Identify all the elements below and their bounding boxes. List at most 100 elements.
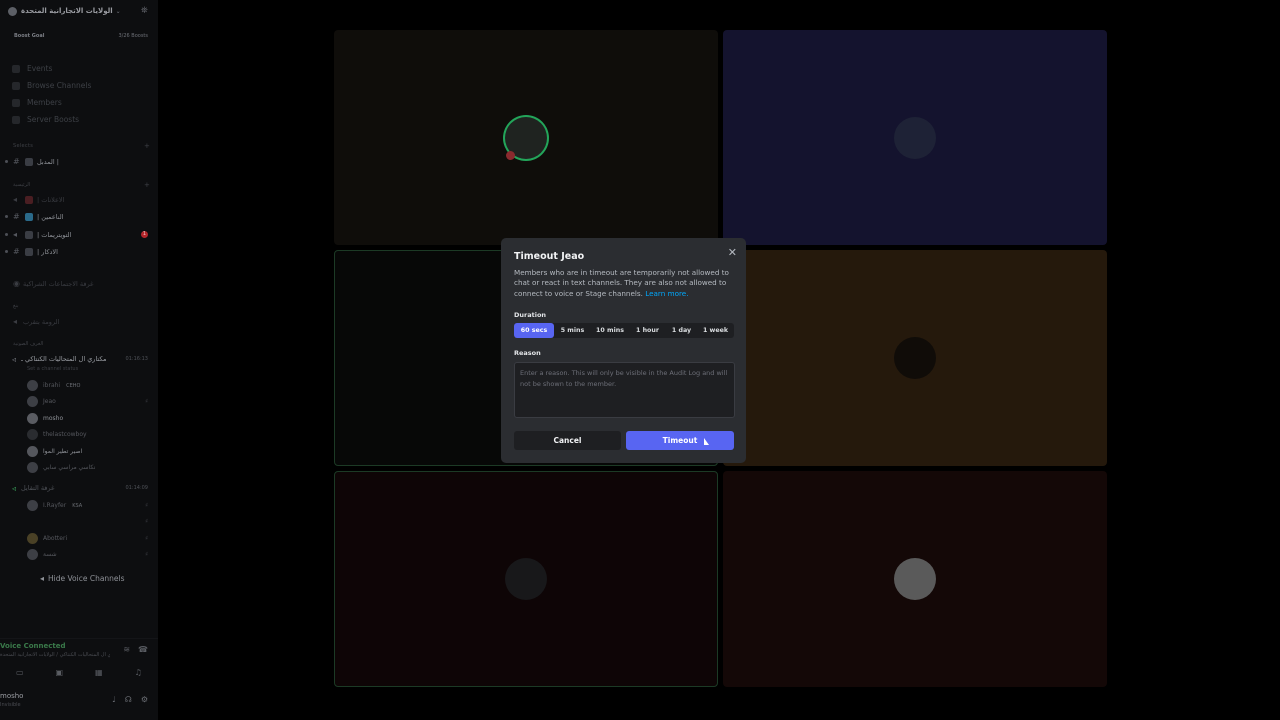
voice-user[interactable]: ♯ [27,514,152,529]
voice-timer: 01:16:13 [125,356,148,362]
voice-user[interactable]: thelastcowboy [27,427,152,442]
soundboard-icon[interactable]: ♫ [123,666,153,680]
duration-option-1-week[interactable]: 1 week [697,323,734,338]
channel-emoji-icon [25,230,33,239]
duration-option-1-hour[interactable]: 1 hour [629,323,666,338]
camera-icon[interactable]: ▭ [5,666,35,680]
avatar [27,462,38,473]
voice-channel[interactable]: ◃ مكتاري ال المتحاليات الكنتاكي ـ 01:16:… [12,352,152,366]
add-channel-icon[interactable]: + [144,142,150,150]
channel-name: الرومة بتقرب [23,317,60,326]
muted-icon: ♯ [145,398,148,405]
reason-input[interactable] [515,363,734,417]
user-status: Invisible [0,702,21,708]
duration-option-60-secs[interactable]: 60 secs [514,323,554,338]
unread-dot [5,160,8,163]
video-tile[interactable] [723,30,1107,245]
hash-icon: # [13,212,20,221]
voice-user-name: Jeao [43,398,56,405]
timeout-modal: Timeout Jeao ✕ Members who are in timeou… [501,238,746,463]
calendar-icon [12,64,20,73]
channel-name: | الاعلانات [37,195,65,204]
voice-user[interactable]: ibrahi CEHO [27,378,152,393]
microphone-icon[interactable]: ♩ [112,695,116,704]
boost-goal-bar[interactable]: Boost Goal 3/26 Boosts [14,33,148,39]
voice-user-name: thelastcowboy [43,431,87,438]
activity-icon[interactable]: ▦ [84,666,114,680]
hide-voice-label: Hide Voice Channels [48,574,125,583]
voice-user-name: شسة [43,551,57,558]
avatar [27,380,38,391]
voice-user[interactable]: اصير تطير الموا [27,444,152,459]
voice-connected-label[interactable]: Voice Connected [0,642,66,650]
server-sidebar: الولايات الاتجارانية المتحدة ⌄ ⛯ Boost G… [0,0,158,720]
muted-icon: ♯ [145,551,148,558]
unread-dot [5,215,8,218]
duration-option-10-mins[interactable]: 10 mins [591,323,629,338]
duration-option-5-mins[interactable]: 5 mins [554,323,591,338]
channel-item[interactable]: ◉ غرفة الاجتماعات الشراكية [5,276,153,291]
voice-connection-panel: Voice Connected مكتاري ال المتحاليات الك… [0,638,158,689]
category-header[interactable]: Selects [13,143,33,149]
video-tile[interactable] [723,250,1107,466]
voice-channel[interactable]: ◃ غرفة التقايل 01:14:09 [12,481,152,495]
description-text: Members who are in timeout are temporari… [514,268,729,298]
voice-user[interactable]: mosho [27,411,152,426]
voice-user[interactable]: شسة ♯ [27,547,152,562]
disconnect-icon[interactable]: ☎ [138,645,148,654]
category-header[interactable]: بنغ [13,303,19,309]
duration-option-1-day[interactable]: 1 day [666,323,697,338]
add-member-icon[interactable]: ⛯ [141,6,148,16]
timeout-button[interactable]: Timeout [626,431,734,450]
headphones-icon[interactable]: ☊ [125,695,132,704]
voice-user[interactable]: Jeao ♯ [27,394,152,409]
nav-browse-channels[interactable]: Browse Channels [12,77,152,94]
cancel-button[interactable]: Cancel [514,431,621,450]
voice-location[interactable]: مكتاري ال المتحاليات الكنتاكي / الولايات… [0,652,110,658]
voice-actions: ▭ ▣ ▦ ♫ [0,666,158,680]
channel-item[interactable]: # | الادكار [5,244,153,259]
avatar [27,533,38,544]
channel-item[interactable]: # المدبل | [5,154,153,169]
noise-suppression-icon[interactable]: ≋ [123,645,130,654]
reason-label: Reason [514,349,541,357]
user-name[interactable]: mosho [0,692,23,700]
learn-more-link[interactable]: Learn more. [645,289,688,298]
channel-item[interactable]: ◂ | التويتريمات 1 [5,227,153,242]
video-tile[interactable] [334,30,718,245]
nav-members[interactable]: Members [12,94,152,111]
channel-name: | الادكار [37,247,58,256]
voice-user[interactable]: Abotteri ♯ [27,531,152,546]
add-channel-icon[interactable]: + [144,181,150,189]
voice-user[interactable]: I.Rayfer KSA ♯ [27,498,152,513]
video-tile[interactable] [334,471,718,687]
nav-events[interactable]: Events [12,60,152,77]
hide-voice-channels-button[interactable]: ◂ Hide Voice Channels [40,574,125,583]
channel-status[interactable]: Set a channel status [27,366,78,372]
category-header[interactable]: الغرف الصوتية [13,341,43,347]
speaker-icon: ◃ [12,354,17,364]
server-header[interactable]: الولايات الاتجارانية المتحدة ⌄ ⛯ [8,3,152,19]
settings-gear-icon[interactable]: ⚙ [141,695,148,704]
channel-item[interactable]: # | الناعمين [5,209,153,224]
voice-user[interactable]: نكاسي مراسي سابي [27,460,152,475]
chevron-down-icon: ⌄ [115,7,121,15]
voice-user-name: ibrahi [43,382,61,389]
video-tile[interactable] [723,471,1107,687]
channel-name: | التويتريمات [37,230,72,239]
screen-share-icon[interactable]: ▣ [44,666,74,680]
reason-field-wrapper [514,362,735,418]
channel-item[interactable]: ◂ | الاعلانات [5,192,153,207]
participant-avatar [505,558,547,600]
category-header[interactable]: الرئيسية [13,182,30,188]
muted-icon: ♯ [145,502,148,509]
nav-server-boosts[interactable]: Server Boosts [12,111,152,128]
close-icon[interactable]: ✕ [728,246,737,259]
channel-emoji-icon [25,157,33,166]
avatar [27,396,38,407]
avatar [27,446,38,457]
channel-item[interactable]: ◂ الرومة بتقرب [5,314,153,329]
avatar [27,413,38,424]
server-icon [8,6,17,16]
server-name: الولايات الاتجارانية المتحدة [21,7,113,15]
